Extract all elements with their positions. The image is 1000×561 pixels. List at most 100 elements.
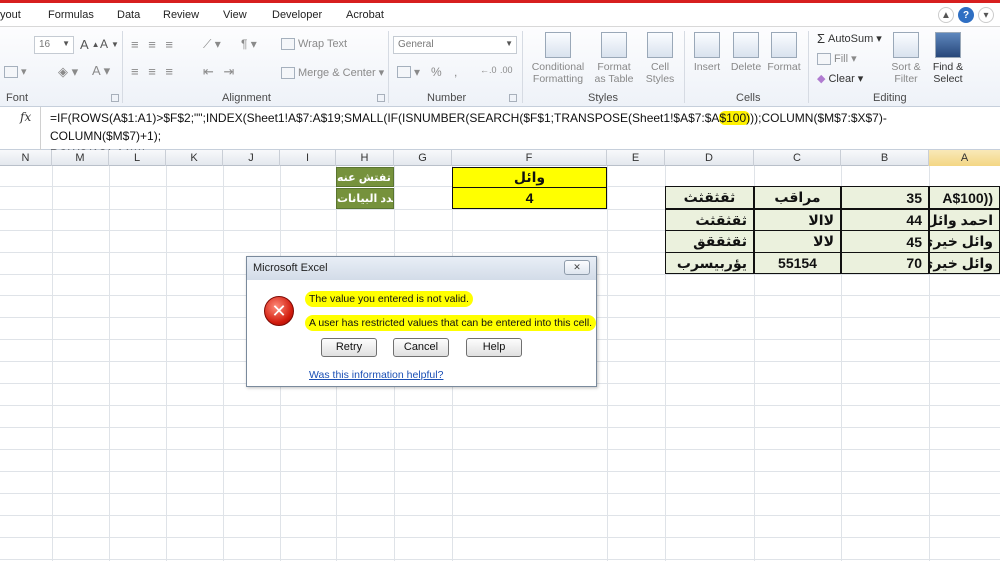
wrap-text-button[interactable]: Wrap Text (281, 38, 347, 50)
cell-h1[interactable]: ما تفتش عنه (336, 167, 394, 187)
insert-function-icon[interactable]: fx (20, 110, 31, 124)
sort-filter-button[interactable]: Sort & Filter (888, 32, 924, 85)
fill-label: Fill (834, 52, 849, 65)
column-header-l[interactable]: L (109, 150, 166, 166)
cell-c3[interactable]: لاالا (754, 209, 841, 231)
font-size-combo[interactable]: 16 ▼ (34, 36, 74, 54)
cell-a4[interactable]: وائل خيري (929, 230, 1000, 253)
retry-button[interactable]: Retry (321, 338, 377, 357)
cell-c4[interactable]: لالا (754, 230, 841, 253)
separator (684, 31, 685, 103)
cell-a2[interactable]: A$100)) (929, 186, 1000, 209)
cell-a3[interactable]: احمد وائل (929, 209, 1000, 231)
column-header-k[interactable]: K (166, 150, 223, 166)
window-menu-icon[interactable]: ▾ (978, 7, 994, 23)
cell-h2[interactable]: عدد البيانات (336, 188, 394, 209)
tab-data[interactable]: Data (117, 9, 140, 21)
dialog-title-bar[interactable]: Microsoft Excel ✕ (247, 257, 596, 280)
fill-button[interactable]: Fill ▾ (817, 52, 857, 65)
close-icon[interactable]: ✕ (564, 260, 590, 275)
merge-center-button[interactable]: Merge & Center ▾ (281, 66, 384, 79)
column-header-a[interactable]: A (929, 150, 1000, 166)
comma-icon[interactable]: , (454, 65, 457, 79)
percent-icon[interactable]: % (431, 65, 442, 79)
fill-color-icon[interactable]: ◈ ▾ (58, 64, 78, 80)
dialog-title: Microsoft Excel (253, 262, 328, 274)
cell-c2[interactable]: مراقب (754, 186, 841, 209)
help-icon[interactable]: ? (958, 7, 974, 23)
tab-view[interactable]: View (223, 9, 247, 21)
ribbon: 16 ▼ A ▲ A ▼ ▾ ◈ ▾ A ▾ Font ≡ ≡ ≡ ⟋ ▾ ¶ ▾ W… (0, 27, 1000, 107)
autosum-button[interactable]: Σ AutoSum ▾ (817, 31, 882, 46)
group-label-alignment: Alignment (222, 92, 271, 104)
cell-d2[interactable]: ثقثقثث (665, 186, 754, 209)
formula-highlight: $100) (719, 111, 751, 125)
tab-review[interactable]: Review (163, 9, 199, 21)
column-header-g[interactable]: G (394, 150, 452, 166)
column-header-b[interactable]: B (841, 150, 929, 166)
column-header-i[interactable]: I (280, 150, 336, 166)
cell-f1[interactable]: وائل (452, 167, 607, 188)
cell-c5[interactable]: 55154 (754, 252, 841, 274)
cell-d4[interactable]: ثقثققق (665, 230, 754, 253)
separator (388, 31, 389, 103)
help-button[interactable]: Help (466, 338, 522, 357)
tab-developer[interactable]: Developer (272, 9, 322, 21)
tab-page-layout[interactable]: yout (0, 9, 21, 21)
cell-styles-button[interactable]: Cell Styles (640, 32, 680, 85)
font-launcher-icon[interactable] (111, 94, 119, 102)
group-label-styles: Styles (588, 92, 618, 104)
group-label-cells: Cells (736, 92, 761, 104)
tab-acrobat[interactable]: Acrobat (346, 9, 384, 21)
feedback-link[interactable]: Was this information helpful? (309, 369, 443, 381)
separator (522, 31, 523, 103)
font-color-icon[interactable]: A ▾ (92, 63, 110, 79)
alignment-launcher-icon[interactable] (377, 94, 385, 102)
tab-formulas[interactable]: Formulas (48, 9, 94, 21)
clear-button[interactable]: ◆ Clear ▾ (817, 72, 863, 86)
insert-button[interactable]: Insert (690, 32, 724, 73)
number-format-combo[interactable]: General ▼ (393, 36, 517, 54)
column-header-m[interactable]: M (52, 150, 109, 166)
cell-d5[interactable]: يؤربيسرب (665, 252, 754, 274)
cell-b4[interactable]: 45 (841, 230, 929, 253)
shrink-font-icon[interactable]: A ▼ (100, 37, 119, 51)
vertical-align-icons[interactable]: ≡ ≡ ≡ (131, 37, 176, 52)
dialog-message-2: A user has restricted values that can be… (305, 315, 597, 331)
cell-d3[interactable]: ثقثقثث (665, 209, 754, 231)
conditional-formatting-button[interactable]: Conditional Formatting (528, 32, 588, 85)
text-direction-icon[interactable]: ¶ ▾ (241, 37, 257, 51)
binoculars-icon (935, 32, 961, 58)
format-button[interactable]: Format (766, 32, 802, 73)
column-headers: N M L K J I H G F E D C B A (0, 150, 1000, 166)
cell-f2[interactable]: 4 (452, 187, 607, 209)
cancel-button[interactable]: Cancel (393, 338, 449, 357)
borders-icon[interactable]: ▾ (4, 65, 27, 78)
number-launcher-icon[interactable] (509, 94, 517, 102)
autosum-label: AutoSum (828, 32, 874, 45)
increase-decimal-icon[interactable]: ←.0 (480, 65, 497, 75)
horizontal-align-icons[interactable]: ≡ ≡ ≡ (131, 64, 176, 79)
cell-b3[interactable]: 44 (841, 209, 929, 231)
accounting-format-icon[interactable]: ▾ (397, 65, 420, 79)
number-format-value: General (398, 39, 434, 50)
column-header-d[interactable]: D (665, 150, 754, 166)
column-header-n[interactable]: N (0, 150, 52, 166)
cell-b5[interactable]: 70 (841, 252, 929, 274)
delete-button[interactable]: Delete (728, 32, 764, 73)
find-select-button[interactable]: Find & Select (928, 32, 968, 85)
decrease-decimal-icon[interactable]: .00 (500, 65, 513, 75)
wrap-text-label: Wrap Text (298, 38, 348, 50)
column-header-c[interactable]: C (754, 150, 841, 166)
orientation-icon[interactable]: ⟋ ▾ (203, 37, 221, 52)
column-header-h[interactable]: H (336, 150, 394, 166)
column-header-j[interactable]: J (223, 150, 280, 166)
cell-a5[interactable]: وائل خيري (929, 252, 1000, 274)
column-header-f[interactable]: F (452, 150, 607, 166)
indent-icons[interactable]: ⇤ ⇥ (203, 64, 237, 80)
grow-font-icon[interactable]: A ▲ (80, 37, 100, 52)
minimize-ribbon-icon[interactable]: ▲ (938, 7, 954, 23)
column-header-e[interactable]: E (607, 150, 665, 166)
format-as-table-button[interactable]: Format as Table (590, 32, 638, 85)
cell-b2[interactable]: 35 (841, 186, 929, 209)
